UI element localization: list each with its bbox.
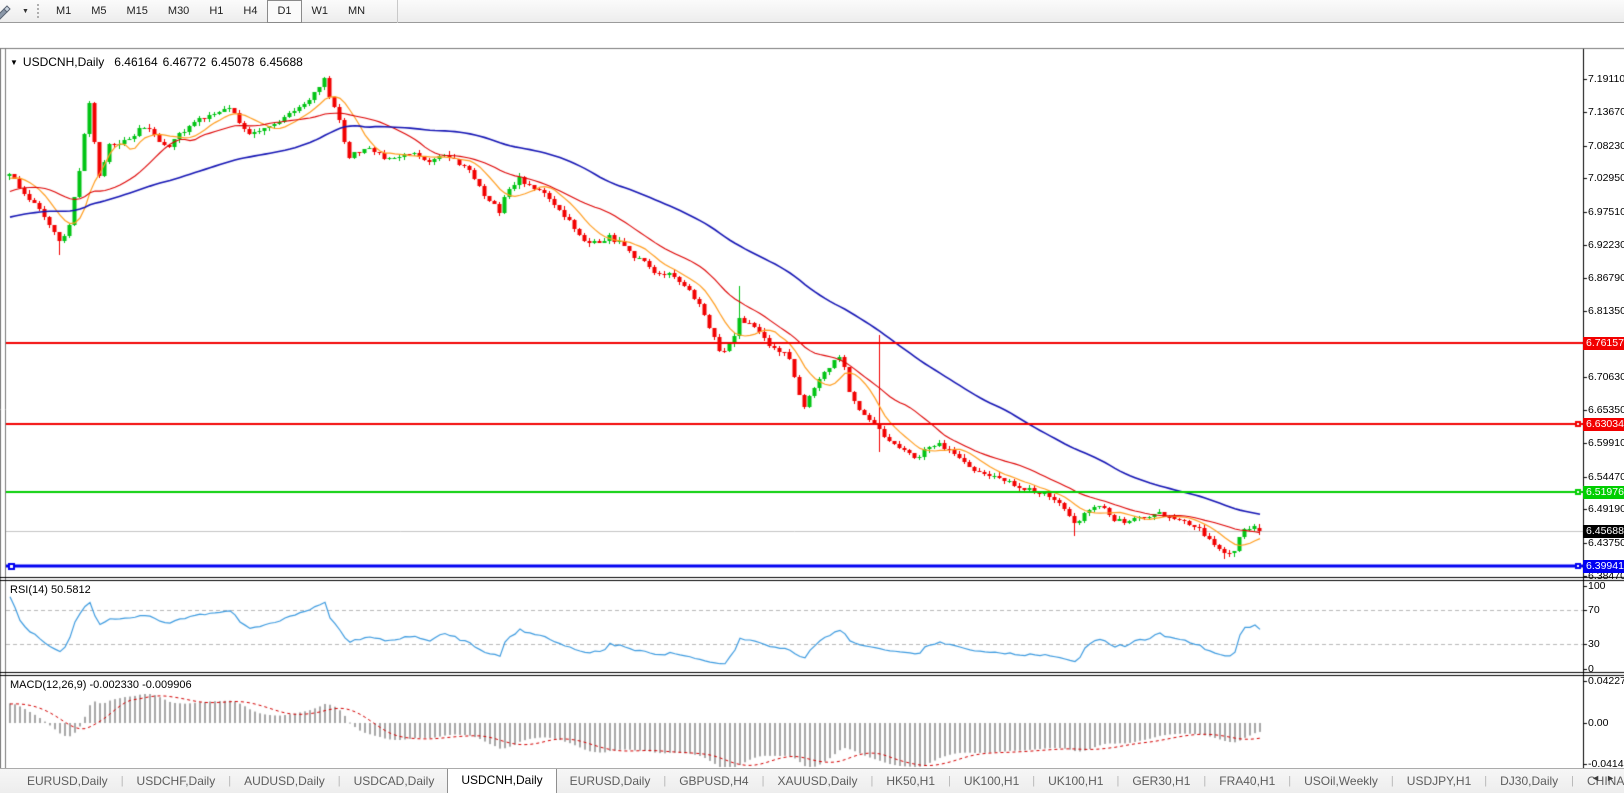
- tab-scroll-right-icon[interactable]: ►: [1606, 773, 1621, 783]
- rsi-tick-label: 100: [1588, 580, 1606, 592]
- chart-canvas[interactable]: [0, 24, 1624, 793]
- timeframe-button-group: M1 M5 M15 M30 H1 H4 D1 W1 MN: [46, 0, 399, 23]
- macd-tick-label: 0.042275: [1588, 675, 1624, 687]
- price-tick-label: 6.86790: [1588, 272, 1624, 284]
- price-tick-label: 6.81350: [1588, 305, 1624, 317]
- price-tick-label: 7.02950: [1588, 172, 1624, 184]
- macd-indicator-label: MACD(12,26,9) -0.002330 -0.009906: [10, 679, 192, 691]
- timeframe-button-w1[interactable]: W1: [302, 0, 339, 23]
- rsi-indicator-label: RSI(14) 50.5812: [10, 584, 91, 596]
- timeframe-button-m15[interactable]: M15: [117, 0, 158, 23]
- price-tick-label: 7.13670: [1588, 106, 1624, 118]
- tab-eurusd-daily[interactable]: EURUSD,Daily: [14, 770, 121, 792]
- timeframe-button-m5[interactable]: M5: [81, 0, 116, 23]
- tab-hk50-h1[interactable]: HK50,H1: [873, 770, 948, 792]
- level-price-box: 6.63034: [1583, 417, 1624, 431]
- mt4-terminal: { "toolbar": { "tool_icon": "draw-tool-i…: [0, 0, 1624, 793]
- tab-xauusd-daily[interactable]: XAUUSD,Daily: [764, 770, 870, 792]
- rsi-tick-label: 70: [1588, 604, 1600, 616]
- price-tick-label: 6.70630: [1588, 371, 1624, 383]
- chart-tab-bar: EURUSD,Daily | USDCHF,Daily | AUDUSD,Daily | U…: [0, 768, 1624, 793]
- timeframe-button-h1[interactable]: H1: [199, 0, 233, 23]
- tab-usdcad-daily[interactable]: USDCAD,Daily: [341, 770, 448, 792]
- price-tick-label: 6.49190: [1588, 503, 1624, 515]
- tab-ger30-h1[interactable]: GER30,H1: [1119, 770, 1203, 792]
- price-tick-label: 6.97510: [1588, 206, 1624, 218]
- chart-window: ▼ USDCNH,Daily 6.46164 6.46772 6.45078 6.4568…: [0, 24, 1624, 793]
- price-tick-label: 7.08230: [1588, 140, 1624, 152]
- ohlc-high: 6.46772: [162, 55, 207, 69]
- tab-usdcnh-daily[interactable]: USDCNH,Daily: [447, 769, 557, 793]
- tab-usoil-weekly[interactable]: USOil,Weekly: [1291, 770, 1391, 792]
- level-price-box: 6.51976: [1583, 485, 1624, 499]
- tab-uk100-h1[interactable]: UK100,H1: [1035, 770, 1116, 792]
- price-tick-label: 6.65350: [1588, 404, 1624, 416]
- chart-title-caret-icon[interactable]: ▼: [10, 58, 18, 67]
- timeframe-button-d1[interactable]: D1: [267, 0, 302, 23]
- rsi-tick-label: 0: [1588, 663, 1594, 675]
- tab-audusd-daily[interactable]: AUDUSD,Daily: [231, 770, 338, 792]
- tab-dj30-daily[interactable]: DJ30,Daily: [1487, 770, 1571, 792]
- timeframe-button-mn[interactable]: MN: [338, 0, 375, 23]
- timeframe-button-m1[interactable]: M1: [46, 0, 81, 23]
- ohlc-low: 6.45078: [211, 55, 255, 69]
- tab-usdjpy-h1[interactable]: USDJPY,H1: [1394, 770, 1484, 792]
- tab-scroll-arrows: ◄►: [1591, 773, 1621, 783]
- rsi-tick-label: 30: [1588, 638, 1600, 650]
- price-tick-label: 7.19110: [1588, 73, 1624, 85]
- current-price-box: 6.45688: [1583, 524, 1624, 538]
- timeframe-button-h4[interactable]: H4: [233, 0, 267, 23]
- tab-gbpusd-h4[interactable]: GBPUSD,H4: [666, 770, 761, 792]
- macd-tick-label: 0.00: [1588, 717, 1609, 729]
- price-tick-label: 6.54470: [1588, 471, 1624, 483]
- tab-uk100-h1[interactable]: UK100,H1: [951, 770, 1032, 792]
- tab-fra40-h1[interactable]: FRA40,H1: [1206, 770, 1288, 792]
- ohlc-open: 6.46164: [114, 55, 158, 69]
- ohlc-close: 6.45688: [259, 55, 303, 69]
- tab-usdchf-daily[interactable]: USDCHF,Daily: [124, 770, 229, 792]
- tab-scroll-left-icon[interactable]: ◄: [1591, 773, 1606, 783]
- level-price-box: 6.39941: [1583, 559, 1624, 573]
- timeframe-toolbar: ▼ M1 M5 M15 M30 H1 H4 D1 W1 MN: [0, 0, 1624, 23]
- level-price-box: 6.76157: [1583, 336, 1624, 350]
- tool-dropdown-icon[interactable]: ▼: [22, 8, 29, 15]
- chart-symbol-label: USDCNH,Daily: [22, 55, 105, 69]
- draw-tool-icon[interactable]: [0, 1, 22, 21]
- toolbar-grip-handle[interactable]: [34, 2, 40, 20]
- price-tick-label: 6.92230: [1588, 239, 1624, 251]
- chart-title: ▼ USDCNH,Daily 6.46164 6.46772 6.45078 6.4568…: [10, 55, 308, 69]
- tab-eurusd-daily[interactable]: EURUSD,Daily: [557, 770, 664, 792]
- price-tick-label: 6.59910: [1588, 437, 1624, 449]
- timeframe-button-m30[interactable]: M30: [158, 0, 199, 23]
- price-tick-label: 6.43750: [1588, 537, 1624, 549]
